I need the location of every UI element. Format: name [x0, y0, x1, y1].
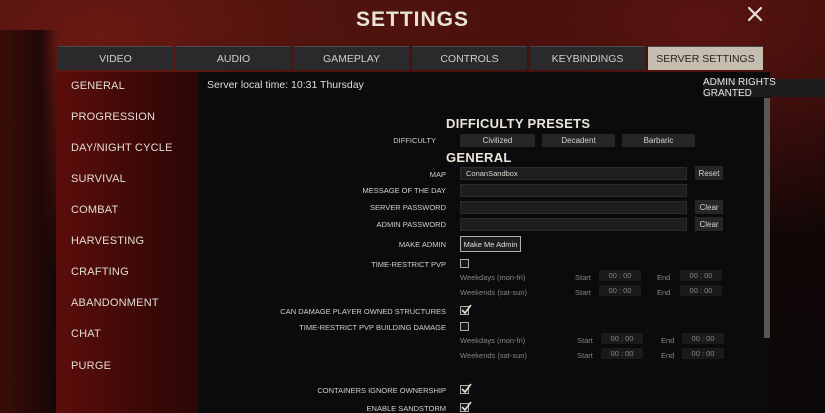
difficulty-presets-heading: DIFFICULTY PRESETS: [446, 116, 591, 131]
sidebar-item-harvesting[interactable]: HARVESTING: [71, 235, 144, 247]
map-field[interactable]: ConanSandbox: [460, 167, 687, 180]
server-password-field[interactable]: [460, 201, 687, 214]
building-weekdays-start-label: Start: [577, 336, 593, 345]
map-label: MAP: [429, 170, 446, 179]
building-weekdays-end-label: End: [661, 336, 675, 345]
pvp-weekends-end-label: End: [657, 288, 671, 297]
sidebar-item-survival[interactable]: SURVIVAL: [71, 173, 126, 185]
time-restrict-pvp-label: TIME-RESTRICT PVP: [371, 260, 446, 269]
pvp-weekdays-label: Weekdays (mon-fri): [460, 273, 526, 282]
building-weekdays-label: Weekdays (mon-fri): [460, 336, 526, 345]
server-time: Server local time: 10:31 Thursday: [207, 79, 364, 91]
tab-bar: VIDEO AUDIO GAMEPLAY CONTROLS KEYBINDING…: [58, 46, 763, 70]
tab-keybindings[interactable]: KEYBINDINGS: [530, 46, 645, 70]
admin-rights-badge: ADMIN RIGHTS GRANTED: [703, 77, 825, 99]
checkmark-icon: [461, 383, 472, 394]
general-heading: GENERAL: [446, 150, 512, 165]
containers-ignore-ownership-checkbox[interactable]: [460, 383, 472, 394]
time-restrict-pvp-checkbox[interactable]: [460, 259, 469, 268]
pvp-weekends-end-time[interactable]: 00 : 00: [680, 285, 722, 296]
map-reset-button[interactable]: Reset: [695, 166, 723, 180]
server-password-clear-button[interactable]: Clear: [695, 200, 723, 214]
difficulty-label: DIFFICULTY: [393, 136, 436, 145]
difficulty-barbaric-button[interactable]: Barbaric: [622, 134, 695, 147]
close-icon[interactable]: [745, 4, 765, 24]
sidebar-item-chat[interactable]: CHAT: [71, 328, 101, 340]
pvp-weekdays-end-time[interactable]: 00 : 00: [680, 270, 722, 281]
tab-video[interactable]: VIDEO: [58, 46, 173, 70]
sidebar-item-progression[interactable]: PROGRESSION: [71, 111, 155, 123]
admin-password-clear-button[interactable]: Clear: [695, 217, 723, 231]
tab-controls[interactable]: CONTROLS: [412, 46, 527, 70]
can-damage-structures-checkbox[interactable]: [460, 304, 472, 315]
building-weekends-end-time[interactable]: 00 : 00: [682, 348, 724, 359]
building-weekdays-end-time[interactable]: 00 : 00: [682, 333, 724, 344]
pvp-weekends-start-time[interactable]: 00 : 00: [599, 285, 641, 296]
sidebar-item-purge[interactable]: PURGE: [71, 360, 111, 372]
can-damage-structures-label: CAN DAMAGE PLAYER OWNED STRUCTURES: [280, 307, 446, 316]
sandstorm-checkbox[interactable]: [460, 401, 472, 412]
server-password-label: SERVER PASSWORD: [370, 203, 446, 212]
building-weekends-label: Weekends (sat-sun): [460, 351, 527, 360]
make-admin-label: MAKE ADMIN: [398, 240, 446, 249]
containers-ignore-ownership-label: CONTAINERS IGNORE OWNERSHIP: [317, 386, 446, 395]
sidebar-item-combat[interactable]: COMBAT: [71, 204, 118, 216]
motd-label: MESSAGE OF THE DAY: [362, 186, 447, 195]
checkmark-icon: [461, 304, 472, 315]
building-weekends-start-time[interactable]: 00 : 00: [601, 348, 643, 359]
background-left-edge: [0, 30, 58, 413]
difficulty-decadent-button[interactable]: Decadent: [542, 134, 615, 147]
page-title: SETTINGS: [355, 8, 469, 31]
checkmark-icon: [461, 401, 472, 412]
tab-audio[interactable]: AUDIO: [176, 46, 291, 70]
pvp-weekends-start-label: Start: [575, 288, 591, 297]
time-restrict-building-checkbox[interactable]: [460, 322, 469, 331]
building-weekends-start-label: Start: [577, 351, 593, 360]
tab-server-settings[interactable]: SERVER SETTINGS: [648, 46, 763, 70]
difficulty-civilized-button[interactable]: Civilized: [460, 134, 535, 147]
time-restrict-building-label: TIME-RESTRICT PVP BUILDING DAMAGE: [299, 323, 446, 332]
pvp-weekends-label: Weekends (sat-sun): [460, 288, 527, 297]
building-weekdays-start-time[interactable]: 00 : 00: [601, 333, 643, 344]
motd-field[interactable]: [460, 184, 687, 197]
tab-gameplay[interactable]: GAMEPLAY: [294, 46, 409, 70]
pvp-weekdays-end-label: End: [657, 273, 671, 282]
pvp-weekdays-start-label: Start: [575, 273, 591, 282]
sandstorm-label: ENABLE SANDSTORM: [366, 404, 446, 413]
admin-password-field[interactable]: [460, 218, 687, 231]
sidebar-item-general[interactable]: GENERAL: [71, 80, 125, 92]
sidebar-item-crafting[interactable]: CRAFTING: [71, 266, 129, 278]
scrollbar[interactable]: [764, 98, 770, 338]
pvp-weekdays-start-time[interactable]: 00 : 00: [599, 270, 641, 281]
admin-password-label: ADMIN PASSWORD: [376, 220, 446, 229]
make-me-admin-button[interactable]: Make Me Admin: [460, 236, 521, 252]
building-weekends-end-label: End: [661, 351, 675, 360]
